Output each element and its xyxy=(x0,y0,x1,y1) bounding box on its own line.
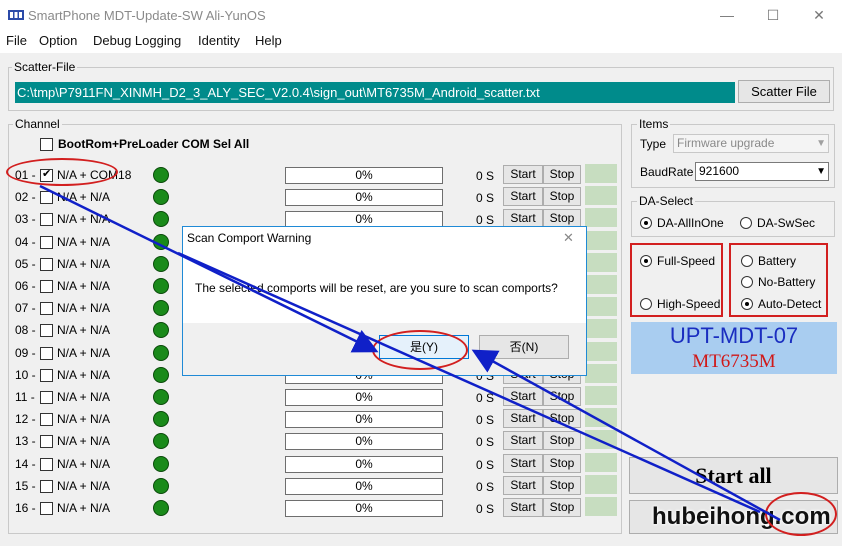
arrow-line-extra xyxy=(177,251,761,514)
arrow-stop-to-yes xyxy=(471,349,781,522)
arrow-com-to-yes xyxy=(39,184,379,353)
annotation-arrows xyxy=(39,184,781,522)
